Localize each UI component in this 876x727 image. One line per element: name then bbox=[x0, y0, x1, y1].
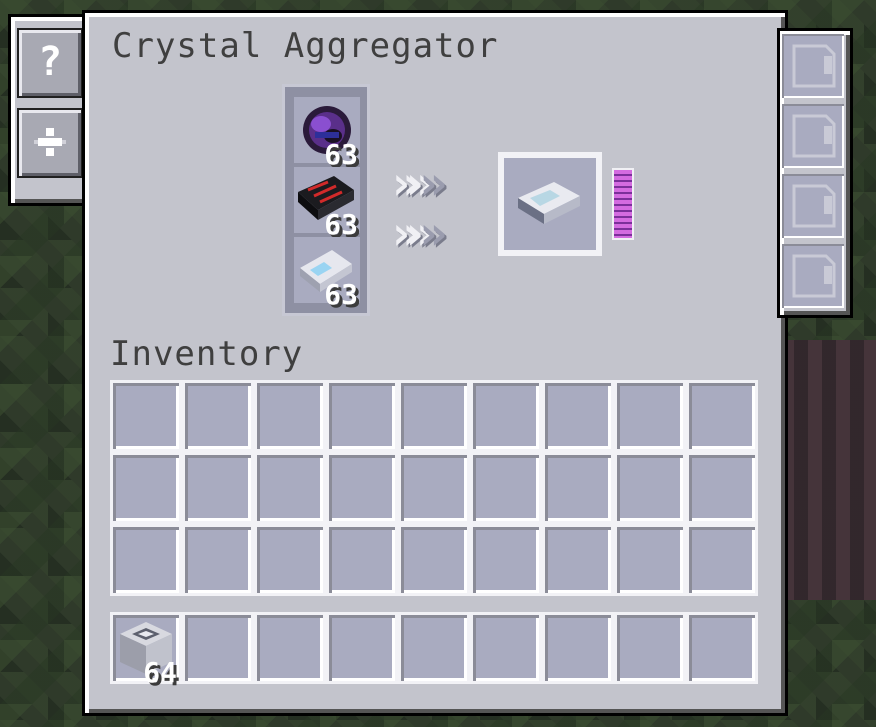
inventory-slot[interactable] bbox=[689, 455, 755, 521]
inventory-title: Inventory bbox=[110, 334, 304, 374]
upgrade-card-placeholder-icon bbox=[792, 44, 836, 88]
inventory-slot[interactable] bbox=[185, 527, 251, 593]
inventory-slot[interactable] bbox=[185, 383, 251, 449]
hotbar-slot[interactable] bbox=[257, 615, 323, 681]
inventory-slot[interactable] bbox=[257, 527, 323, 593]
inventory-slot[interactable] bbox=[689, 527, 755, 593]
progress-arrow-bottom: »»» bbox=[392, 206, 447, 260]
help-tab-button[interactable]: ? bbox=[17, 28, 83, 98]
output-slot[interactable] bbox=[504, 158, 596, 250]
upgrade-card-placeholder-icon bbox=[792, 254, 836, 298]
inventory-slot[interactable] bbox=[113, 383, 179, 449]
inventory-slot[interactable] bbox=[473, 527, 539, 593]
upgrade-slot[interactable] bbox=[782, 104, 844, 168]
inventory-slot[interactable] bbox=[401, 527, 467, 593]
inventory-slot[interactable] bbox=[329, 455, 395, 521]
inventory-slot[interactable] bbox=[545, 455, 611, 521]
inventory-slot[interactable] bbox=[473, 383, 539, 449]
output-slot-frame bbox=[498, 152, 602, 256]
inventory-slot[interactable] bbox=[617, 383, 683, 449]
hotbar-slot[interactable] bbox=[545, 615, 611, 681]
upgrade-card-placeholder-icon bbox=[792, 184, 836, 228]
window-title: Crystal Aggregator bbox=[112, 26, 499, 66]
input-slot[interactable]: 63 bbox=[294, 97, 360, 169]
item-count: 64 bbox=[143, 656, 177, 689]
inventory-slot[interactable] bbox=[329, 383, 395, 449]
hotbar-slot[interactable] bbox=[401, 615, 467, 681]
inventory-slot[interactable] bbox=[689, 383, 755, 449]
hotbar-slot[interactable] bbox=[329, 615, 395, 681]
input-slot[interactable]: 63 bbox=[294, 167, 360, 239]
upgrade-slot[interactable] bbox=[782, 244, 844, 308]
inventory-slot[interactable] bbox=[545, 527, 611, 593]
hotbar-slot[interactable] bbox=[473, 615, 539, 681]
inventory-slot[interactable] bbox=[257, 383, 323, 449]
priority-icon bbox=[34, 128, 66, 156]
inventory-slot[interactable] bbox=[617, 527, 683, 593]
input-slot[interactable]: 63 bbox=[294, 237, 360, 309]
energy-bar bbox=[612, 168, 634, 240]
hotbar-slot[interactable] bbox=[185, 615, 251, 681]
inventory-slot[interactable] bbox=[401, 383, 467, 449]
inventory-slot[interactable] bbox=[401, 455, 467, 521]
priority-tab-button[interactable] bbox=[17, 108, 83, 178]
inventory-slot[interactable] bbox=[185, 455, 251, 521]
input-slots: 63 63 63 bbox=[282, 84, 370, 316]
item-count: 63 bbox=[324, 208, 358, 241]
upgrade-slot[interactable] bbox=[782, 174, 844, 238]
inventory-slot[interactable] bbox=[545, 383, 611, 449]
inventory-slot[interactable] bbox=[113, 455, 179, 521]
upgrade-card-placeholder-icon bbox=[792, 114, 836, 158]
inventory-slot[interactable] bbox=[113, 527, 179, 593]
item-count: 63 bbox=[324, 138, 358, 171]
hotbar-slot[interactable] bbox=[689, 615, 755, 681]
world-block bbox=[780, 340, 876, 600]
hotbar-slot[interactable]: 64 bbox=[113, 615, 179, 687]
inventory-slot[interactable] bbox=[617, 455, 683, 521]
fluix-crystal-icon bbox=[518, 182, 580, 224]
upgrade-slot[interactable] bbox=[782, 34, 844, 98]
inventory-slot[interactable] bbox=[329, 527, 395, 593]
hotbar-slot[interactable] bbox=[617, 615, 683, 681]
help-icon: ? bbox=[37, 39, 63, 85]
inventory-slot[interactable] bbox=[257, 455, 323, 521]
inventory-slot[interactable] bbox=[473, 455, 539, 521]
progress-arrow-top: »»» bbox=[392, 156, 447, 210]
item-count: 63 bbox=[324, 278, 358, 311]
